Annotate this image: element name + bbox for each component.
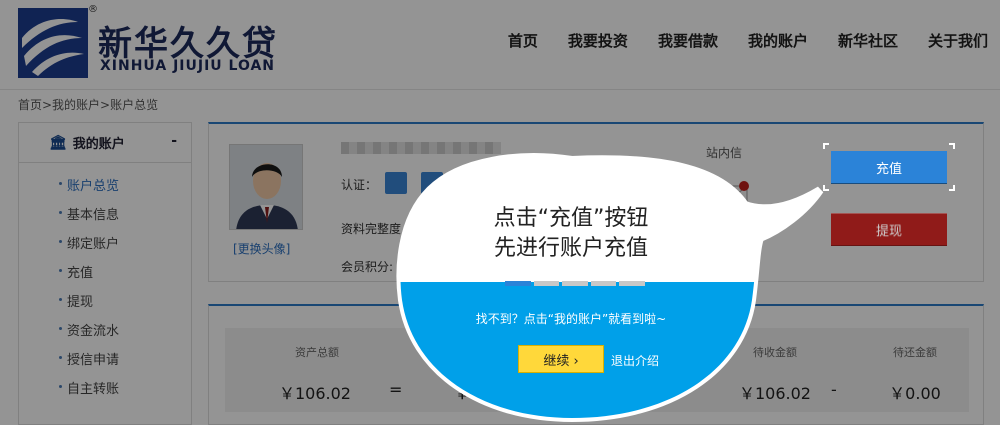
progress-step (533, 281, 560, 286)
progress-step (619, 281, 645, 286)
exit-guide-link[interactable]: 退出介绍 (611, 352, 659, 369)
guide-line-2: 先进行账户充值 (493, 236, 648, 261)
progress-step (562, 281, 588, 286)
continue-button[interactable]: 继续 › (518, 345, 604, 373)
progress-step (505, 281, 531, 286)
guide-hint: 找不到？点击“我的账户”就看到啦~ (475, 312, 667, 326)
guide-progress (505, 281, 645, 286)
guide-instruction: 点击“充值”按钮 先进行账户充值 (402, 204, 740, 264)
guide-line-1: 点击“充值”按钮 (493, 206, 649, 231)
progress-step (590, 281, 617, 286)
